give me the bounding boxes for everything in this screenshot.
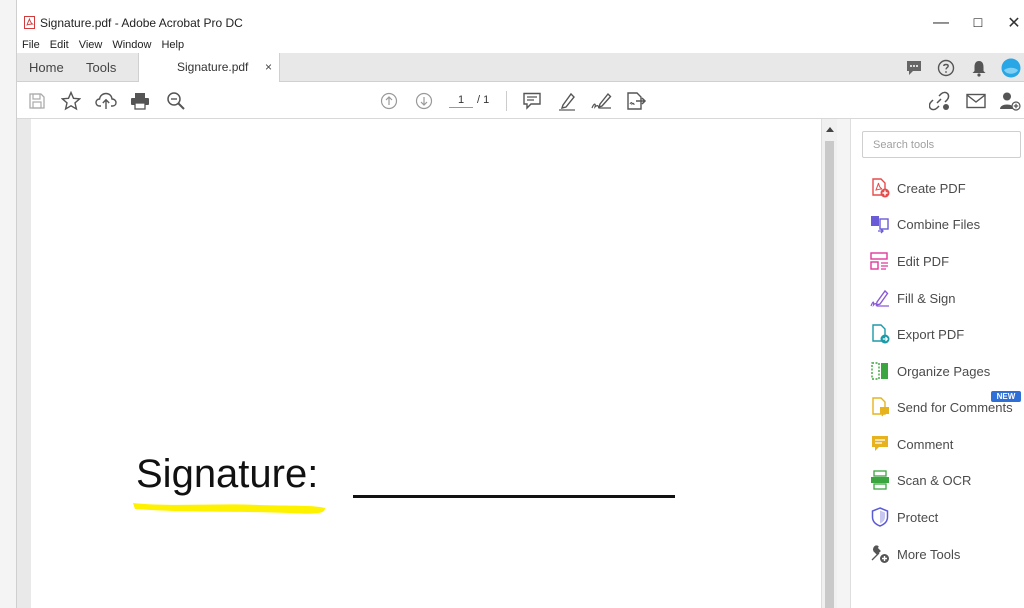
tool-comment[interactable]: Comment [869, 432, 1019, 456]
share-link-icon[interactable] [929, 90, 951, 112]
tool-label: Comment [897, 436, 954, 452]
send-for-signature-icon[interactable] [625, 90, 647, 112]
scrollbar-thumb[interactable] [825, 141, 834, 608]
scroll-up-arrow-icon[interactable] [822, 122, 837, 136]
protect-icon [869, 506, 891, 528]
tab-document[interactable]: Signature.pdf × [138, 53, 280, 82]
tool-more-tools[interactable]: More Tools [869, 542, 1019, 566]
tool-label: Scan & OCR [897, 472, 972, 488]
next-page-icon[interactable] [413, 90, 435, 112]
tool-label: Organize Pages [897, 363, 991, 379]
tool-export-pdf[interactable]: Export PDF [869, 322, 1019, 346]
tool-label: More Tools [897, 546, 961, 562]
cloud-upload-icon[interactable] [95, 90, 117, 112]
pdf-page[interactable]: Signature: [31, 119, 821, 608]
create-pdf-icon [869, 177, 891, 199]
tool-protect[interactable]: Protect [869, 505, 1019, 529]
current-page-input[interactable]: 1 [449, 93, 473, 108]
menu-window[interactable]: Window [107, 37, 156, 53]
export-pdf-icon [869, 323, 891, 345]
chat-icon[interactable] [903, 57, 925, 79]
more-tools-icon [869, 543, 891, 565]
previous-page-icon[interactable] [378, 90, 400, 112]
menu-help[interactable]: Help [156, 37, 189, 53]
comment-icon [869, 433, 891, 455]
maximize-button[interactable]: ☐ [963, 10, 993, 36]
document-viewport[interactable]: Signature: [17, 119, 837, 608]
tool-create-pdf[interactable]: Create PDF [869, 176, 1019, 200]
sign-icon[interactable] [591, 90, 613, 112]
tool-label: Protect [897, 509, 939, 525]
title-bar: Signature.pdf - Adobe Acrobat Pro DC — ☐… [17, 0, 1024, 32]
tab-tools[interactable]: Tools [86, 53, 116, 82]
add-comment-icon[interactable] [521, 90, 543, 112]
document-scrollbar[interactable] [821, 119, 837, 608]
scan-ocr-icon [869, 469, 891, 491]
highlight-pen-icon[interactable] [556, 90, 578, 112]
pane-splitter[interactable] [837, 119, 851, 608]
send-for-comments-icon [869, 396, 891, 418]
bell-icon[interactable] [968, 57, 990, 79]
signature-label: Signature: [136, 452, 319, 496]
menu-file[interactable]: File [17, 37, 45, 53]
tool-label: Edit PDF [897, 253, 950, 269]
tools-pane: Create PDF Combine Files Edit PDF Fill &… [851, 119, 1024, 608]
combine-files-icon [869, 213, 891, 235]
close-window-button[interactable]: ✕ [999, 10, 1024, 36]
tab-document-label: Signature.pdf [177, 60, 249, 74]
print-icon[interactable] [129, 90, 151, 112]
tool-label: Export PDF [897, 326, 965, 342]
star-icon[interactable] [60, 90, 82, 112]
tab-home[interactable]: Home [29, 53, 64, 82]
tool-fill-sign[interactable]: Fill & Sign [869, 286, 1019, 310]
add-user-icon[interactable] [999, 90, 1021, 112]
tool-label: Send for Comments [897, 399, 1013, 415]
save-icon[interactable] [26, 90, 48, 112]
background-strip [0, 0, 16, 608]
acrobat-app-icon [24, 16, 35, 29]
avatar[interactable] [1000, 57, 1022, 79]
page-count: / 1 [477, 94, 490, 106]
email-icon[interactable] [965, 90, 987, 112]
search-tools-input[interactable] [862, 131, 1021, 158]
window-title: Signature.pdf - Adobe Acrobat Pro DC [40, 16, 243, 30]
tool-label: Create PDF [897, 180, 966, 196]
main-toolbar: 1 / 1 [17, 82, 1024, 119]
menu-bar: File Edit View Window Help [17, 37, 1024, 53]
tool-send-for-comments[interactable]: Send for Comments [869, 395, 1019, 419]
toolbar-divider [506, 91, 507, 111]
tool-label: Fill & Sign [897, 290, 956, 306]
menu-edit[interactable]: Edit [45, 37, 74, 53]
fill-sign-icon [869, 287, 891, 309]
zoom-out-icon[interactable] [165, 90, 187, 112]
tool-combine-files[interactable]: Combine Files [869, 212, 1019, 236]
tool-label: Combine Files [897, 216, 981, 232]
tab-bar: Home Tools Signature.pdf × [17, 53, 1024, 82]
organize-pages-icon [869, 360, 891, 382]
help-icon[interactable] [935, 57, 957, 79]
acrobat-window: Signature.pdf - Adobe Acrobat Pro DC — ☐… [16, 0, 1024, 608]
signature-line[interactable] [353, 495, 675, 498]
menu-view[interactable]: View [74, 37, 108, 53]
edit-pdf-icon [869, 250, 891, 272]
tab-close-icon[interactable]: × [265, 53, 272, 82]
tool-edit-pdf[interactable]: Edit PDF [869, 249, 1019, 273]
tool-organize-pages[interactable]: Organize Pages [869, 359, 1019, 383]
minimize-button[interactable]: — [926, 10, 956, 36]
tool-scan-ocr[interactable]: Scan & OCR [869, 468, 1019, 492]
